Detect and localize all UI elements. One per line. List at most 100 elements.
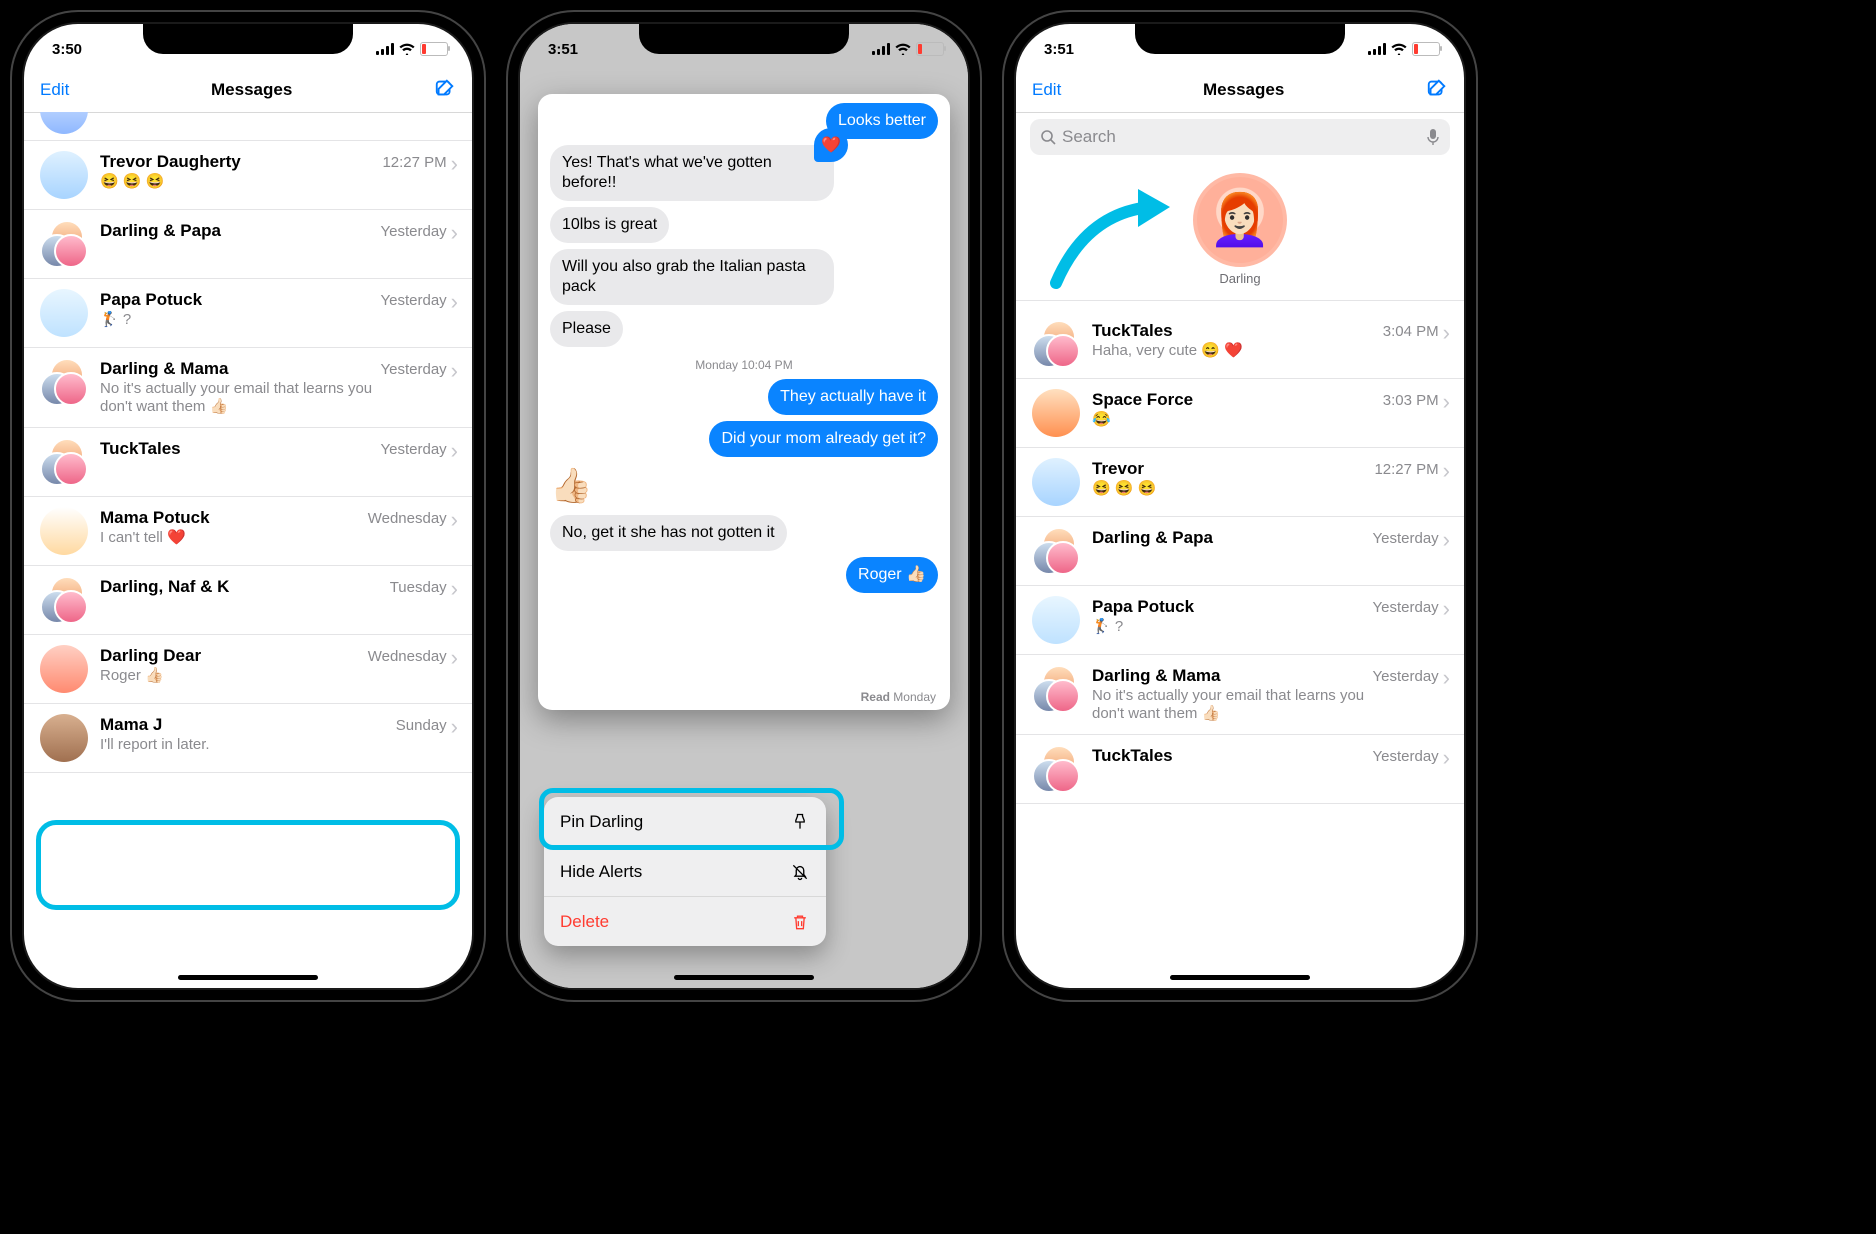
timestamp: Yesterday — [1373, 748, 1439, 765]
conversation-row[interactable]: Darling & PapaYesterday› — [24, 210, 472, 279]
message-preview: 😆 😆 😆 — [1092, 480, 1374, 499]
pinned-label: Darling — [1219, 271, 1260, 286]
cellular-icon — [872, 43, 890, 55]
conversation-row[interactable]: TuckTalesYesterday› — [24, 428, 472, 497]
message-bubble: No, get it she has not gotten it — [550, 515, 787, 551]
message-preview: 🏌️ ? — [1092, 618, 1373, 637]
group-avatar — [1032, 527, 1080, 575]
conversation-row[interactable]: Darling DearRoger 👍🏻Wednesday› — [24, 635, 472, 704]
contact-name: TuckTales — [100, 439, 381, 459]
group-avatar — [40, 576, 88, 624]
menu-label: Delete — [560, 912, 609, 932]
message-bubble: Yes! That's what we've gotten before!! — [550, 145, 834, 201]
contact-avatar — [40, 507, 88, 555]
status-time: 3:50 — [52, 41, 82, 58]
battery-low-icon — [1412, 42, 1440, 56]
compose-icon — [434, 77, 456, 99]
list-item[interactable] — [24, 112, 472, 141]
contact-name: Space Force — [1092, 390, 1383, 410]
conversation-preview-card[interactable]: Looks better Yes! That's what we've gott… — [538, 94, 950, 710]
chevron-right-icon: › — [451, 360, 458, 382]
conversation-row[interactable]: Darling, Naf & KTuesday› — [24, 566, 472, 635]
conversation-row[interactable]: TuckTalesYesterday› — [1016, 735, 1464, 804]
chevron-right-icon: › — [1443, 529, 1450, 551]
menu-label: Hide Alerts — [560, 862, 642, 882]
cellular-icon — [1368, 43, 1386, 55]
notch — [639, 24, 849, 54]
compose-button[interactable] — [434, 77, 456, 104]
battery-low-icon — [916, 42, 944, 56]
chevron-right-icon: › — [451, 291, 458, 313]
contact-name: Mama J — [100, 715, 396, 735]
timestamp: Wednesday — [368, 510, 447, 527]
status-time: 3:51 — [1044, 41, 1074, 58]
timestamp: Sunday — [396, 717, 447, 734]
contact-name: Darling & Mama — [1092, 666, 1373, 686]
search-field[interactable]: Search — [1030, 119, 1450, 155]
conversation-row[interactable]: TuckTalesHaha, very cute 😄 ❤️3:04 PM› — [1016, 310, 1464, 379]
conversation-row[interactable]: Darling & MamaNo it's actually your emai… — [1016, 655, 1464, 735]
conversation-row[interactable]: Papa Potuck🏌️ ?Yesterday› — [24, 279, 472, 348]
cellular-icon — [376, 43, 394, 55]
home-indicator[interactable] — [1170, 975, 1310, 980]
conversation-row[interactable]: Trevor Daugherty😆 😆 😆12:27 PM› — [24, 141, 472, 210]
edit-button[interactable]: Edit — [40, 80, 69, 100]
chevron-right-icon: › — [451, 153, 458, 175]
chevron-right-icon: › — [1443, 322, 1450, 344]
arrow-annotation — [1046, 183, 1186, 303]
message-preview: Haha, very cute 😄 ❤️ — [1092, 342, 1383, 361]
timestamp: 3:04 PM — [1383, 323, 1439, 340]
edit-button[interactable]: Edit — [1032, 80, 1061, 100]
notch — [1135, 24, 1345, 54]
conversation-row[interactable]: Darling & MamaNo it's actually your emai… — [24, 348, 472, 428]
contact-avatar — [40, 289, 88, 337]
chevron-right-icon: › — [451, 440, 458, 462]
chevron-right-icon: › — [1443, 747, 1450, 769]
timestamp: Tuesday — [390, 579, 447, 596]
nav-title: Messages — [1203, 80, 1284, 100]
pin-menu-item[interactable]: Pin Darling — [544, 797, 826, 847]
hide-alerts-menu-item[interactable]: Hide Alerts — [544, 847, 826, 897]
chevron-right-icon: › — [451, 509, 458, 531]
message-preview: 😂 — [1092, 411, 1383, 430]
message-preview: 😆 😆 😆 — [100, 173, 382, 192]
wifi-icon — [1391, 43, 1407, 55]
conversation-row[interactable]: Mama PotuckI can't tell ❤️Wednesday› — [24, 497, 472, 566]
conversation-row[interactable]: Mama JI'll report in later.Sunday› — [24, 704, 472, 773]
message-bubble: Roger 👍🏻 — [846, 557, 938, 593]
chevron-right-icon: › — [1443, 667, 1450, 689]
contact-name: Darling & Mama — [100, 359, 381, 379]
bell-slash-icon — [790, 862, 810, 882]
contact-avatar — [1032, 389, 1080, 437]
message-preview: Roger 👍🏻 — [100, 667, 368, 686]
conversation-row[interactable]: Trevor😆 😆 😆12:27 PM› — [1016, 448, 1464, 517]
contact-name: Darling, Naf & K — [100, 577, 390, 597]
nav-bar: Edit Messages — [24, 68, 472, 113]
home-indicator[interactable] — [178, 975, 318, 980]
timestamp: Yesterday — [381, 223, 447, 240]
conversation-row[interactable]: Space Force😂3:03 PM› — [1016, 379, 1464, 448]
home-indicator[interactable] — [674, 975, 814, 980]
nav-bar: Edit Messages — [1016, 68, 1464, 113]
chevron-right-icon: › — [451, 647, 458, 669]
conversation-row[interactable]: Darling & PapaYesterday› — [1016, 517, 1464, 586]
delete-menu-item[interactable]: Delete — [544, 897, 826, 946]
timestamp: 3:03 PM — [1383, 392, 1439, 409]
conversation-row[interactable]: Papa Potuck🏌️ ?Yesterday› — [1016, 586, 1464, 655]
timestamp: Yesterday — [1373, 668, 1439, 685]
contact-name: Papa Potuck — [1092, 597, 1373, 617]
search-icon — [1040, 129, 1056, 145]
message-preview: 🏌️ ? — [100, 311, 381, 330]
pinned-contact[interactable]: 👩🏻‍🦰 Darling — [1193, 173, 1287, 286]
contact-name: Trevor — [1092, 459, 1374, 479]
wifi-icon — [399, 43, 415, 55]
compose-button[interactable] — [1426, 77, 1448, 104]
mic-icon[interactable] — [1426, 128, 1440, 146]
wifi-icon — [895, 43, 911, 55]
timestamp: Yesterday — [1373, 599, 1439, 616]
message-bubble: Will you also grab the Italian pasta pac… — [550, 249, 834, 305]
context-menu: Pin Darling Hide Alerts Delete — [544, 797, 826, 946]
pinned-avatar: 👩🏻‍🦰 — [1193, 173, 1287, 267]
pin-icon — [790, 812, 810, 832]
message-preview: I can't tell ❤️ — [100, 529, 368, 548]
